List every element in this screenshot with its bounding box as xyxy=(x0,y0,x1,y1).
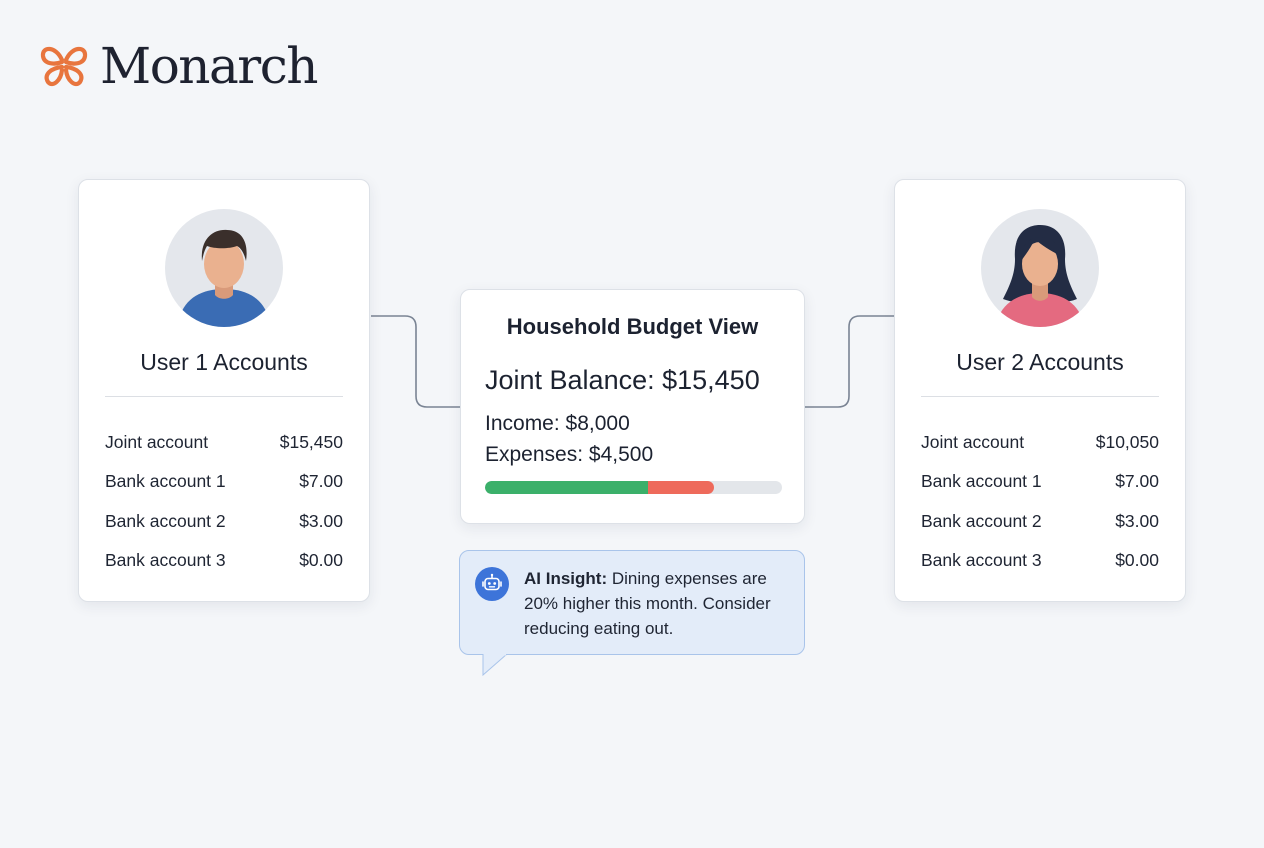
insight-bubble-tail xyxy=(482,654,508,676)
user-1-title: User 1 Accounts xyxy=(105,349,343,397)
ai-insight-bubble: AI Insight: Dining expenses are 20% high… xyxy=(459,550,805,655)
joint-balance: Joint Balance: $15,450 xyxy=(485,365,760,395)
user-1-account-list: Joint account $15,450 Bank account 1 $7.… xyxy=(105,423,343,580)
account-name: Joint account xyxy=(921,432,1025,453)
user-2-avatar xyxy=(981,209,1099,327)
user-1-card: User 1 Accounts Joint account $15,450 Ba… xyxy=(78,179,370,602)
list-item[interactable]: Bank account 2 $3.00 xyxy=(921,502,1159,541)
user-2-title: User 2 Accounts xyxy=(921,349,1159,397)
list-item[interactable]: Bank account 1 $7.00 xyxy=(921,462,1159,501)
account-name: Bank account 2 xyxy=(921,510,1042,531)
connector-right xyxy=(805,315,894,408)
account-name: Joint account xyxy=(105,432,209,453)
account-amount: $3.00 xyxy=(299,510,343,531)
account-name: Bank account 2 xyxy=(105,510,226,531)
female-avatar-icon xyxy=(997,225,1083,327)
insight-label: AI Insight: xyxy=(524,569,608,588)
budget-title: Household Budget View xyxy=(506,314,759,339)
account-amount: $0.00 xyxy=(299,550,343,571)
expenses-total: Expenses: $4,500 xyxy=(485,443,654,466)
list-item[interactable]: Bank account 3 $0.00 xyxy=(921,541,1159,580)
account-name: Bank account 1 xyxy=(921,471,1042,492)
income-total: Income: $8,000 xyxy=(485,412,630,435)
butterfly-icon xyxy=(40,46,88,87)
list-item[interactable]: Joint account $10,050 xyxy=(921,423,1159,462)
male-avatar-icon xyxy=(179,229,269,327)
stage: Monarch User 1 Accounts Joint account $1… xyxy=(0,0,1264,848)
expense-bar-segment xyxy=(648,481,714,494)
list-item[interactable]: Bank account 1 $7.00 xyxy=(105,462,343,501)
account-amount: $10,050 xyxy=(1095,432,1159,453)
list-item[interactable]: Bank account 3 $0.00 xyxy=(105,541,343,580)
account-amount: $7.00 xyxy=(1115,471,1159,492)
income-bar-segment xyxy=(485,481,649,494)
account-name: Bank account 1 xyxy=(105,471,226,492)
budget-progress-bar xyxy=(485,481,782,494)
list-item[interactable]: Joint account $15,450 xyxy=(105,423,343,462)
list-item[interactable]: Bank account 2 $3.00 xyxy=(105,502,343,541)
insight-text: AI Insight: Dining expenses are 20% high… xyxy=(524,566,786,641)
account-amount: $15,450 xyxy=(279,432,343,453)
user-2-account-list: Joint account $10,050 Bank account 1 $7.… xyxy=(921,423,1159,580)
brand-logo[interactable]: Monarch xyxy=(38,36,318,96)
user-2-card: User 2 Accounts Joint account $10,050 Ba… xyxy=(894,179,1186,602)
account-amount: $7.00 xyxy=(299,471,343,492)
brand-name: Monarch xyxy=(100,37,318,95)
account-name: Bank account 3 xyxy=(921,550,1042,571)
household-budget-card: Household Budget View Joint Balance: $15… xyxy=(460,289,805,524)
connector-left xyxy=(371,315,460,408)
account-amount: $3.00 xyxy=(1115,510,1159,531)
robot-icon xyxy=(475,567,509,601)
account-name: Bank account 3 xyxy=(105,550,226,571)
account-amount: $0.00 xyxy=(1115,550,1159,571)
user-1-avatar xyxy=(165,209,283,327)
